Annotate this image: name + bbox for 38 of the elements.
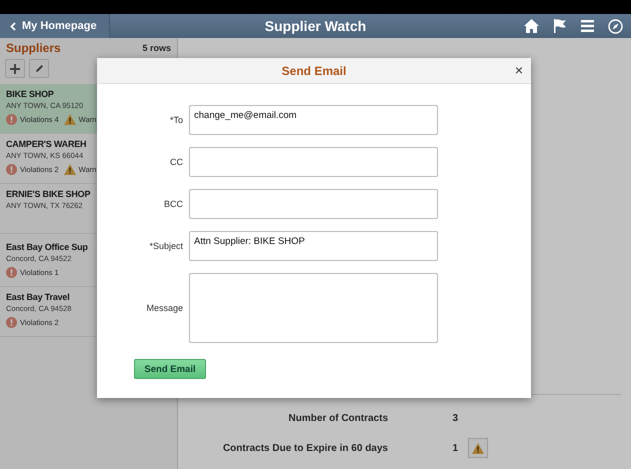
supplier-name: East Bay Office Sup	[6, 242, 88, 252]
edit-button[interactable]	[29, 59, 49, 78]
alert-icon	[6, 317, 17, 328]
alert-icon	[6, 267, 17, 278]
close-button[interactable]: ×	[514, 62, 523, 78]
supplier-name: CAMPER'S WAREH	[6, 139, 86, 149]
warning-button[interactable]	[468, 438, 488, 458]
metric-value: 3	[451, 412, 458, 424]
metric-label: Number of Contracts	[288, 412, 388, 424]
metric-value: 1	[451, 442, 458, 454]
input-field[interactable]	[189, 189, 438, 219]
add-button[interactable]	[5, 59, 25, 78]
warning-icon	[64, 114, 76, 125]
supplier-name: ERNIE'S BIKE SHOP	[6, 189, 90, 199]
dialog-title: Send Email	[282, 64, 346, 78]
message-field[interactable]	[189, 273, 438, 343]
warning-icon	[64, 164, 76, 175]
back-button[interactable]: My Homepage	[0, 14, 110, 38]
input-field[interactable]: Attn Supplier: BIKE SHOP	[189, 231, 438, 261]
metric-label: Contracts Due to Expire in 60 days	[222, 442, 388, 454]
menu-icon[interactable]	[581, 20, 594, 32]
supplier-name: East Bay Travel	[6, 292, 70, 302]
input-field[interactable]	[189, 147, 438, 177]
alert-icon	[6, 114, 17, 125]
alert-icon	[6, 164, 17, 175]
panel-title: Suppliers	[6, 41, 61, 55]
flag-icon[interactable]	[553, 19, 567, 33]
plus-icon	[10, 64, 20, 74]
send-email-button[interactable]: Send Email	[134, 359, 206, 379]
page-title: Supplier Watch	[264, 18, 366, 34]
input-field[interactable]: change_me@email.com	[189, 105, 438, 135]
row-count: 5 rows	[142, 43, 171, 53]
home-icon[interactable]	[524, 19, 539, 33]
chevron-left-icon	[10, 22, 16, 30]
pencil-icon	[34, 64, 44, 73]
supplier-name: BIKE SHOP	[6, 89, 54, 99]
warning-icon	[472, 442, 484, 454]
compass-icon[interactable]	[608, 18, 623, 34]
